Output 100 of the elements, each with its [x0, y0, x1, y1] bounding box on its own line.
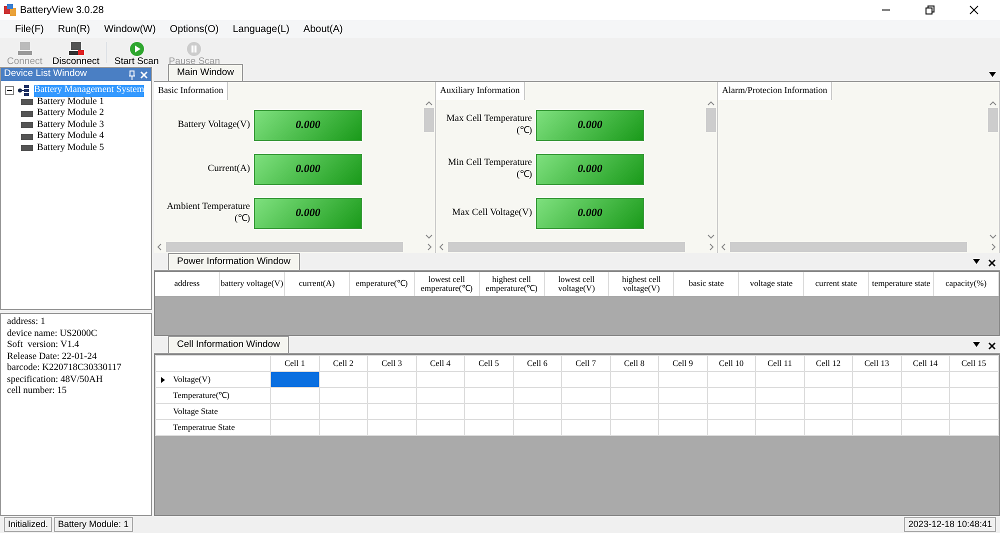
scroll-down-icon[interactable]	[989, 234, 997, 240]
table-cell[interactable]	[513, 420, 562, 436]
table-cell[interactable]	[756, 404, 804, 420]
tree-item[interactable]: Battery Module 3	[37, 120, 104, 131]
table-cell[interactable]	[950, 372, 998, 388]
panel-tab[interactable]: Auxiliary Information	[436, 82, 525, 100]
panel-tab[interactable]: Alarm/Protecion Information	[718, 82, 832, 100]
tree-item[interactable]: Battery Module 5	[37, 142, 104, 154]
table-cell[interactable]	[319, 420, 368, 436]
table-cell[interactable]	[804, 420, 852, 436]
table-cell[interactable]	[270, 420, 319, 436]
window-tab[interactable]: Power Information Window	[168, 252, 300, 270]
menu-item[interactable]: Language(L)	[226, 22, 296, 36]
table-cell[interactable]	[950, 420, 998, 436]
table-cell[interactable]	[707, 420, 756, 436]
scrollbar-thumb[interactable]	[448, 242, 685, 252]
table-cell[interactable]	[852, 372, 901, 388]
table-cell[interactable]	[901, 420, 950, 436]
table-cell[interactable]	[901, 372, 950, 388]
table-cell[interactable]	[416, 388, 464, 404]
table-cell[interactable]	[464, 372, 513, 388]
table-cell[interactable]	[270, 372, 319, 388]
table-cell[interactable]	[464, 388, 513, 404]
menu-item[interactable]: File(F)	[8, 22, 51, 36]
table-cell[interactable]	[610, 420, 658, 436]
table-cell[interactable]	[513, 372, 562, 388]
scroll-down-icon[interactable]	[707, 234, 715, 240]
vertical-scrollbar[interactable]	[705, 100, 717, 240]
table-cell[interactable]	[368, 372, 416, 388]
table-cell[interactable]	[319, 404, 368, 420]
table-cell[interactable]	[610, 388, 658, 404]
restore-button[interactable]	[924, 4, 936, 16]
table-cell[interactable]	[756, 420, 804, 436]
table-cell[interactable]	[464, 404, 513, 420]
menu-item[interactable]: Window(W)	[97, 22, 163, 36]
table-cell[interactable]	[416, 372, 464, 388]
table-cell[interactable]	[658, 388, 707, 404]
table-cell[interactable]	[562, 372, 610, 388]
table-cell[interactable]	[852, 388, 901, 404]
scrollbar-thumb[interactable]	[166, 242, 403, 252]
table-cell[interactable]	[270, 404, 319, 420]
tree-item[interactable]: Battery Module 4	[37, 131, 104, 142]
table-cell[interactable]	[756, 372, 804, 388]
column-header: Cell 13	[852, 356, 901, 372]
vertical-scrollbar[interactable]	[987, 100, 999, 240]
table-cell[interactable]	[950, 388, 998, 404]
table-cell[interactable]	[658, 404, 707, 420]
table-cell[interactable]	[852, 420, 901, 436]
table-cell[interactable]	[416, 404, 464, 420]
table-cell[interactable]	[610, 404, 658, 420]
table-cell[interactable]	[804, 404, 852, 420]
window-tab[interactable]: Main Window	[168, 64, 244, 81]
table-cell[interactable]	[416, 420, 464, 436]
scrollbar-thumb[interactable]	[424, 108, 434, 132]
vertical-scrollbar[interactable]	[423, 100, 435, 240]
table-cell[interactable]	[950, 404, 998, 420]
table-cell[interactable]	[368, 404, 416, 420]
table-cell[interactable]	[464, 420, 513, 436]
menu-item[interactable]: Options(O)	[162, 22, 226, 36]
table-cell[interactable]	[804, 388, 852, 404]
menu-item[interactable]: Run(R)	[50, 22, 98, 36]
scroll-up-icon[interactable]	[425, 100, 433, 106]
disconnect-button[interactable]: Disconnect	[49, 40, 102, 67]
table-cell[interactable]	[270, 388, 319, 404]
table-cell[interactable]	[658, 420, 707, 436]
battery-icon	[21, 134, 33, 140]
tree-item[interactable]: Battery Module 1	[37, 96, 104, 108]
scrollbar-thumb[interactable]	[730, 242, 967, 252]
table-cell[interactable]	[658, 372, 707, 388]
scrollbar-thumb[interactable]	[706, 108, 716, 132]
close-icon	[140, 70, 148, 80]
table-cell[interactable]	[901, 388, 950, 404]
table-cell[interactable]	[562, 420, 610, 436]
table-cell[interactable]	[901, 404, 950, 420]
table-cell[interactable]	[610, 372, 658, 388]
table-cell[interactable]	[707, 388, 756, 404]
table-cell[interactable]	[319, 388, 368, 404]
scrollbar-thumb[interactable]	[988, 108, 998, 132]
table-cell[interactable]	[804, 372, 852, 388]
table-cell[interactable]	[562, 388, 610, 404]
table-cell[interactable]	[513, 388, 562, 404]
menu-item[interactable]: About(A)	[296, 22, 350, 36]
table-cell[interactable]	[368, 388, 416, 404]
column-header: Cell 12	[804, 356, 852, 372]
table-cell[interactable]	[756, 388, 804, 404]
table-cell[interactable]	[513, 404, 562, 420]
start-button[interactable]: Start Scan	[111, 40, 162, 67]
table-cell[interactable]	[707, 404, 756, 420]
scroll-up-icon[interactable]	[989, 100, 997, 106]
table-cell[interactable]	[319, 372, 368, 388]
table-cell[interactable]	[852, 404, 901, 420]
tree-item[interactable]: Battery Module 2	[37, 108, 104, 120]
table-cell[interactable]	[368, 420, 416, 436]
close-button[interactable]	[968, 4, 980, 16]
table-cell[interactable]	[707, 372, 756, 388]
scroll-down-icon[interactable]	[425, 234, 433, 240]
scroll-up-icon[interactable]	[707, 100, 715, 106]
window-tab[interactable]: Cell Information Window	[168, 336, 289, 353]
table-cell[interactable]	[562, 404, 610, 420]
panel-tab[interactable]: Basic Information	[154, 82, 228, 100]
